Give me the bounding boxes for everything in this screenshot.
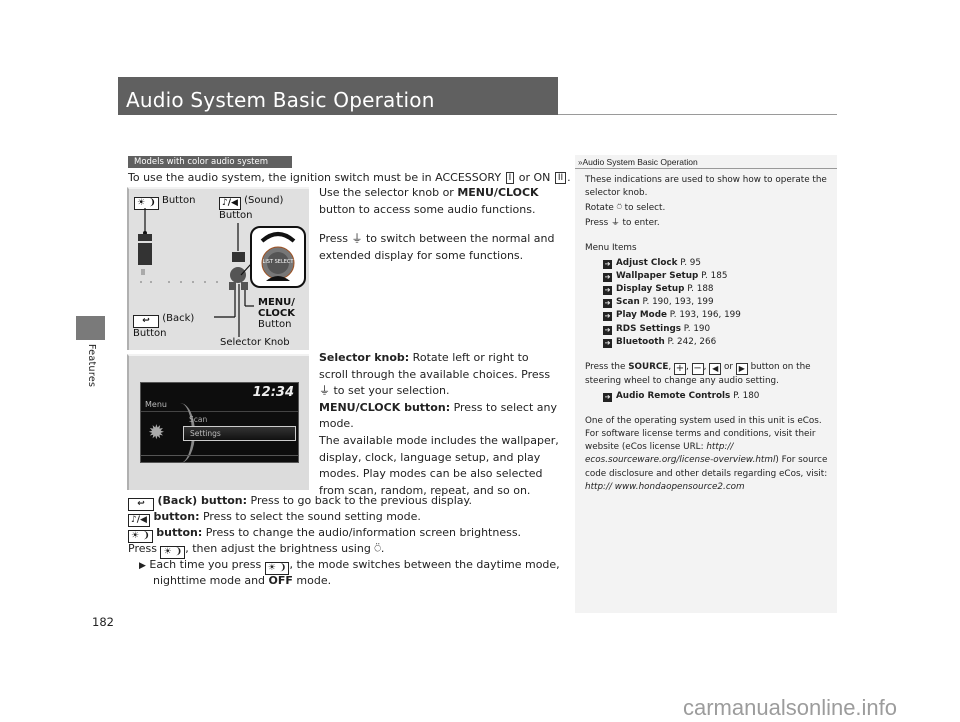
brightness-button-text: Press to change the audio/information sc… [202,526,522,539]
watermark: carmanualsonline.info [683,695,898,720]
section-tab-marker [76,316,105,340]
menu-item-link[interactable]: ➔ RDS Settings P. 190 [603,323,835,336]
paragraph-selector-menu: Use the selector knob or MENU/CLOCK butt… [319,185,559,218]
each-c: nighttime mode and [153,574,269,587]
p2-a: Press [319,232,352,245]
back-callout: ↩ (Back) Button [133,313,194,339]
menu-items-label: Menu Items [585,242,637,253]
sidebar-heading: » Audio System Basic Operation [575,155,837,169]
press-end: . [380,542,385,555]
models-tag: Models with color audio system [128,156,292,168]
each-a: Each time you press [149,558,265,571]
screen-footer-line [141,455,298,456]
menu-item-link[interactable]: ➔ Wallpaper Setup P. 185 [603,270,835,283]
back-callout-label2: Button [133,328,167,339]
p1-a: Use the selector knob or [319,186,458,199]
page-title: Audio System Basic Operation [126,88,435,112]
menu-item-link[interactable]: ➔ Display Setup P. 188 [603,283,835,296]
title-rule [558,114,837,115]
knob-text: LIST SELECT [263,259,295,265]
arrow-icon: ➔ [603,392,612,402]
menu-clock-callout: MENU/ CLOCK Button [258,297,295,330]
page-title-bar: Audio System Basic Operation [118,77,558,115]
intro-end: . [567,171,571,184]
menu-item-link[interactable]: ➔ Play Mode P. 193, 196, 199 [603,309,835,322]
each-b: , the mode switches between the daytime … [289,558,560,571]
each-d: mode. [292,574,332,587]
selector-knob-label: Selector knob: [319,351,410,364]
mode-switch-note-cont: nighttime mode and OFF mode. [153,573,331,589]
selector-knob-callout: Selector Knob [220,337,290,348]
arrow-icon: ➔ [603,325,612,335]
gear-icon: ✹ [148,420,165,444]
arrow-icon: ➔ [603,259,612,269]
paragraph-press-display: Press ⏚ to switch between the normal and… [319,231,559,264]
minus-icon: − [691,362,704,375]
menu-clock-label-1: MENU/ [258,297,295,308]
intro-or: or ON [518,171,551,184]
section-label: Features [86,344,97,388]
brightness-button-label: button: [156,526,203,539]
sidebar-heading-text: Audio System Basic Operation [582,157,698,167]
remote-controls-link[interactable]: ➔ Audio Remote Controls P. 180 [585,390,835,403]
press-then-text: , then adjust the brightness using [185,542,375,555]
ecos-license-note: One of the operating system used in this… [585,415,828,492]
sidebar-rotate: Rotate ⍥ to select. [585,202,666,213]
audio-display-screen: 12:34 Menu ✹ Scan Settings [140,382,299,463]
menu-clock-button-label: MENU/CLOCK button: [319,400,451,414]
intro-text: To use the audio system, the ignition sw… [128,170,571,185]
control-panel-figure: ☀ ❩ Button ♪/◀ (Sound) Button LIST SELEC… [127,187,309,350]
back-button-text: Press to go back to the previous display… [247,494,472,507]
triangle-bullet-icon: ▶ [139,561,146,571]
arrow-icon: ➔ [603,312,612,322]
sound-button-label: button: [153,510,200,523]
menu-item-link[interactable]: ➔ Scan P. 190, 193, 199 [603,296,835,309]
honda-source-url-link[interactable]: http:// www.hondaopensource2.com [585,482,745,492]
sidebar-notes: » Audio System Basic Operation These indi… [575,155,837,613]
sidebar-intro: These indications are used to show how t… [585,175,827,199]
plus-icon: + [673,362,686,375]
arrow-icon: ➔ [603,285,612,295]
menu-items-list: ➔ Adjust Clock P. 95 ➔ Wallpaper Setup P. … [585,257,835,349]
menu-item-link[interactable]: ➔ Bluetooth P. 242, 266 [603,336,835,349]
press-knob-icon: ⏚ [319,384,330,398]
sidebar-body: These indications are used to show how t… [585,174,835,496]
rotate-knob-icon: ⍥ [374,542,381,555]
press-knob-icon: ⏚ [610,217,620,228]
modes-text: The available mode includes the wallpape… [319,433,559,497]
screen-item-settings: Settings [183,426,296,441]
menu-screen-figure: 12:34 Menu ✹ Scan Settings [127,354,309,490]
steering-wheel-note: Press the SOURCE, +, −, ◀ or ▶ button on… [585,361,811,386]
sound-button-text: Press to select the sound setting mode. [199,510,421,523]
menu-clock-label-2: CLOCK [258,308,295,319]
paragraph-selector-knob: Selector knob: Rotate left or right to s… [319,350,559,499]
back-button-label: (Back) button: [157,494,248,507]
screen-clock: 12:34 [252,385,294,400]
ignition-accessory-key: I [505,172,515,184]
arrow-icon: ➔ [603,338,612,348]
selector-b: to set your selection. [330,384,450,398]
back-icon: ↩ [133,315,159,328]
sidebar-press: Press ⏚ to enter. [585,217,660,228]
page-number: 182 [92,615,114,629]
p1-bold: MENU/CLOCK [457,186,539,199]
double-chevron-icon: » [578,158,583,167]
arrow-icon: ➔ [603,272,612,282]
menu-item-link[interactable]: ➔ Adjust Clock P. 95 [603,257,835,270]
screen-menu-title: Menu [145,400,167,409]
arrow-icon: ➔ [603,299,612,309]
back-callout-label: (Back) [162,313,195,324]
right-icon: ▶ [735,362,748,375]
left-icon: ◀ [709,362,722,375]
screen-item-scan: Scan [189,415,208,424]
p1-b: button to access some audio functions. [319,202,536,216]
press-knob-icon: ⏚ [351,232,363,245]
off-mode: OFF [268,574,293,587]
intro-lead: To use the audio system, the ignition sw… [128,171,502,184]
menu-clock-label-3: Button [258,319,292,330]
press-text: Press [128,542,161,555]
ignition-on-key: II [554,172,567,184]
